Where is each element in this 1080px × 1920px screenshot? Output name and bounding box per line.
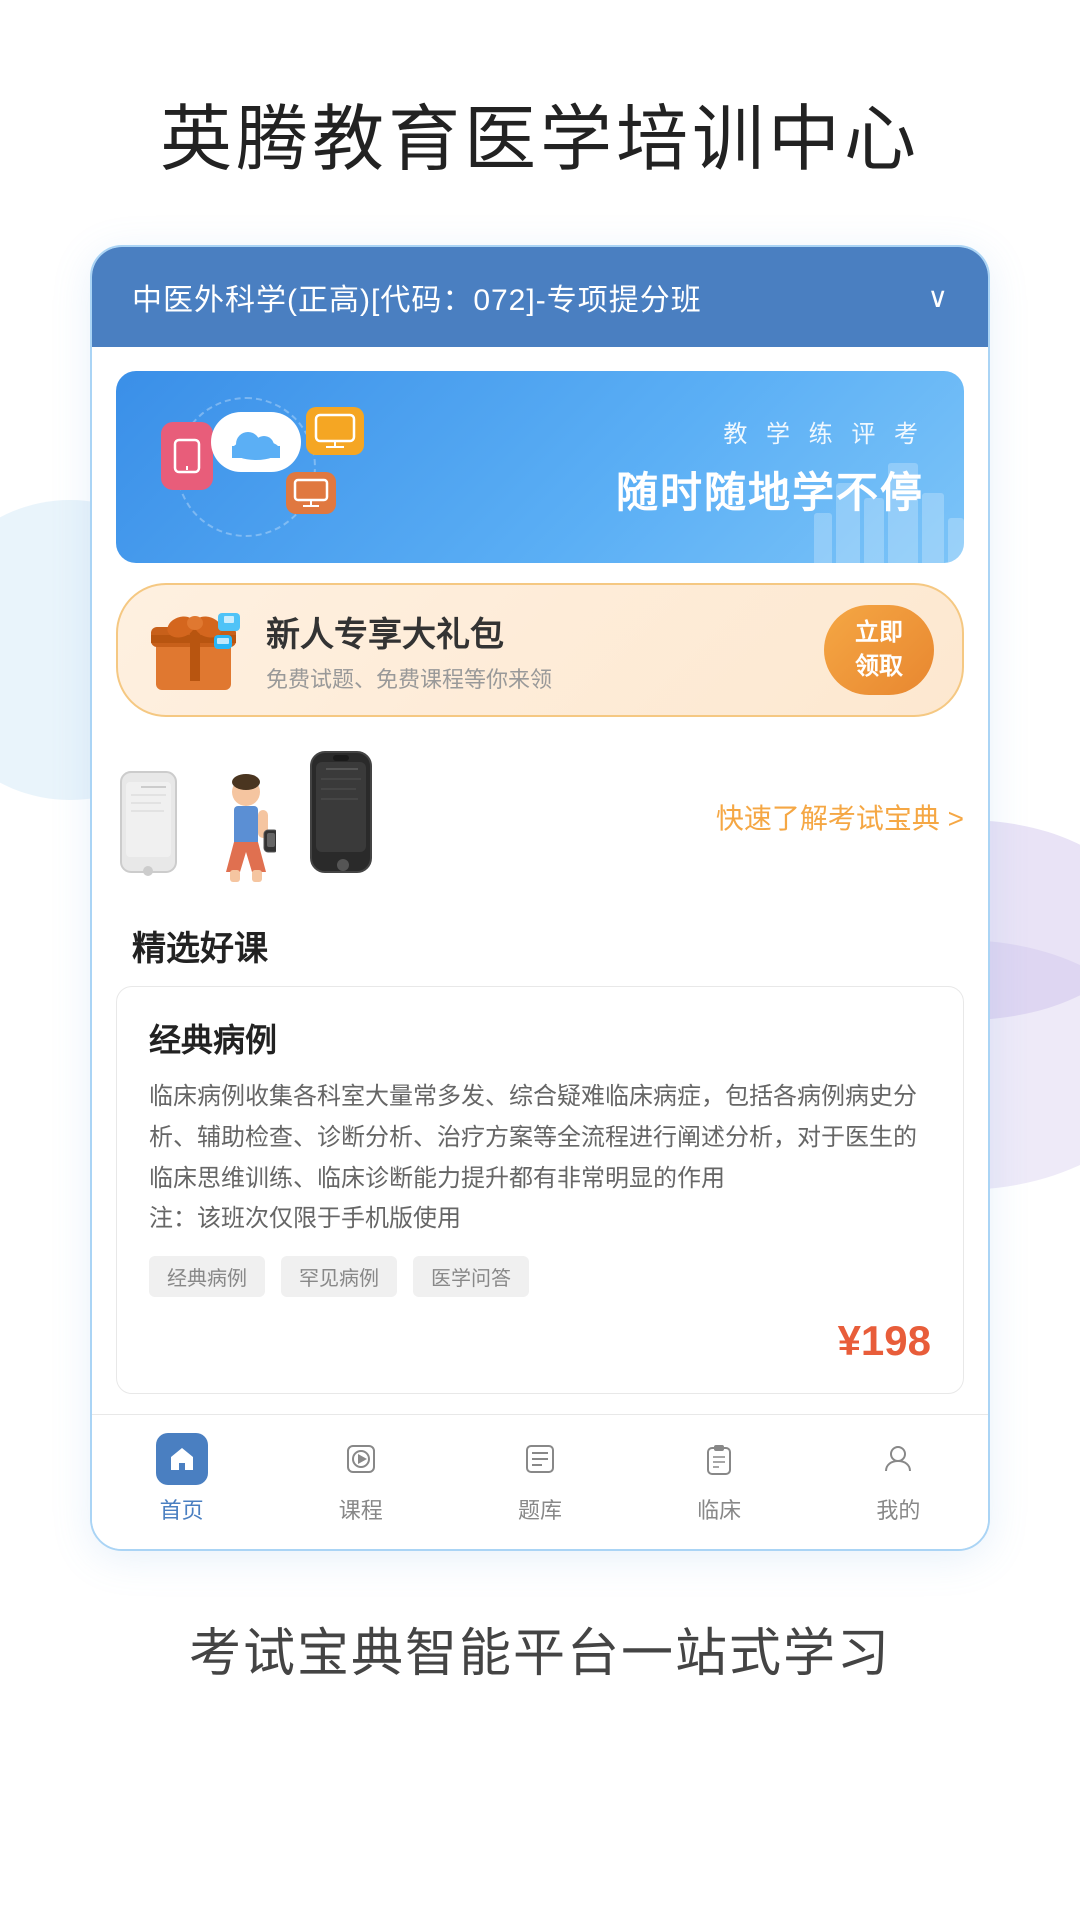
featured-courses-title: 精选好课 xyxy=(92,897,988,986)
chevron-down-icon[interactable]: ∨ xyxy=(928,281,949,314)
course-tag-1: 经典病例 xyxy=(149,1256,265,1297)
course-price: ¥198 xyxy=(149,1317,931,1365)
nav-item-mine[interactable]: 我的 xyxy=(828,1433,968,1525)
app-card: 中医外科学(正高)[代码：072]-专项提分班 ∨ xyxy=(90,245,990,1551)
bottom-nav: 首页 课程 xyxy=(92,1414,988,1549)
app-title: 英腾教育医学培训中心 xyxy=(120,0,960,245)
banner-subtitle: 教 学 练 评 考 xyxy=(396,414,924,449)
clipboard-icon xyxy=(693,1433,745,1485)
banner-buildings xyxy=(814,463,964,563)
desktop-icon xyxy=(286,472,336,514)
course-name: 经典病例 xyxy=(149,1015,931,1061)
course-header-text: 中医外科学(正高)[代码：072]-专项提分班 xyxy=(132,275,702,319)
gift-banner[interactable]: 新人专享大礼包 免费试题、免费课程等你来领 立即 领取 xyxy=(116,583,964,717)
nav-item-home[interactable]: 首页 xyxy=(112,1433,252,1525)
list-icon xyxy=(514,1433,566,1485)
course-tags: 经典病例 罕见病例 医学问答 xyxy=(149,1256,931,1297)
gift-box-icon xyxy=(146,605,246,695)
nav-item-clinical[interactable]: 临床 xyxy=(649,1433,789,1525)
tablet-icon xyxy=(161,422,213,490)
course-tag-3: 医学问答 xyxy=(413,1256,529,1297)
gift-left: 新人专享大礼包 免费试题、免费课程等你来领 xyxy=(146,605,552,695)
main-banner[interactable]: 教 学 练 评 考 随时随地学不停 xyxy=(116,371,964,563)
course-card[interactable]: 经典病例 临床病例收集各科室大量常多发、综合疑难临床病症，包括各病例病史分析、辅… xyxy=(116,986,964,1394)
course-tag-2: 罕见病例 xyxy=(281,1256,397,1297)
cloud-icon xyxy=(211,412,301,472)
monitor-icon xyxy=(306,407,364,455)
nav-label-questions: 题库 xyxy=(518,1493,562,1525)
user-icon xyxy=(872,1433,924,1485)
nav-label-home: 首页 xyxy=(160,1493,204,1525)
play-icon xyxy=(335,1433,387,1485)
phone-illustration-2 xyxy=(306,747,381,887)
course-description: 临床病例收集各科室大量常多发、综合疑难临床病症，包括各病例病史分析、辅助检查、诊… xyxy=(149,1077,931,1240)
gift-text: 新人专享大礼包 免费试题、免费课程等你来领 xyxy=(266,607,552,694)
home-icon xyxy=(156,1433,208,1485)
nav-label-clinical: 临床 xyxy=(697,1493,741,1525)
bottom-tagline: 考试宝典智能平台一站式学习 xyxy=(149,1551,931,1766)
nav-item-courses[interactable]: 课程 xyxy=(291,1433,431,1525)
exam-guide-section: 快速了解考试宝典 > xyxy=(116,737,964,897)
person-figure xyxy=(216,772,276,887)
course-header[interactable]: 中医外科学(正高)[代码：072]-专项提分班 ∨ xyxy=(92,247,988,347)
nav-label-courses: 课程 xyxy=(339,1493,383,1525)
nav-item-questions[interactable]: 题库 xyxy=(470,1433,610,1525)
gift-claim-button[interactable]: 立即 领取 xyxy=(824,605,934,695)
phone-illustration-1 xyxy=(116,767,186,887)
banner-area: 教 学 练 评 考 随时随地学不停 xyxy=(92,347,988,563)
exam-phones-illustration xyxy=(116,747,381,887)
nav-label-mine: 我的 xyxy=(876,1493,920,1525)
banner-icons xyxy=(156,407,376,527)
exam-guide-link[interactable]: 快速了解考试宝典 > xyxy=(716,797,964,837)
